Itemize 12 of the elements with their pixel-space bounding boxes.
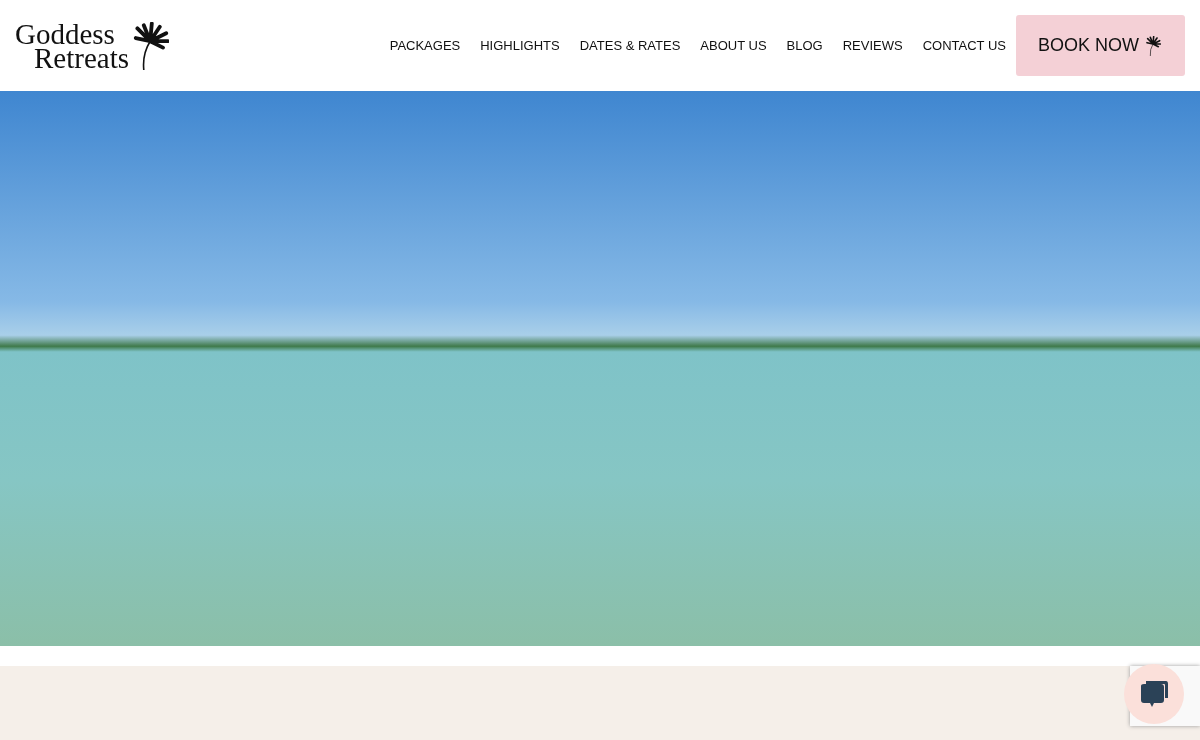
nav-link[interactable]: PACKAGES (389, 38, 461, 53)
nav-link[interactable]: CONTACT US (922, 38, 1006, 53)
book-now-button[interactable]: BOOK NOW (1016, 15, 1185, 76)
nav-link[interactable]: ABOUT US (700, 38, 767, 53)
logo-text: Goddess (15, 21, 115, 46)
nav-link[interactable]: HIGHLIGHTS (480, 38, 560, 53)
palm-leaf-icon (131, 21, 170, 70)
palm-leaf-icon (1145, 35, 1161, 56)
nav-link[interactable]: DATES & RATES (579, 38, 681, 53)
logo-text: Retreats (34, 45, 129, 70)
nav-link[interactable]: REVIEWS (842, 38, 903, 53)
nav-link[interactable]: BLOG (786, 38, 823, 53)
